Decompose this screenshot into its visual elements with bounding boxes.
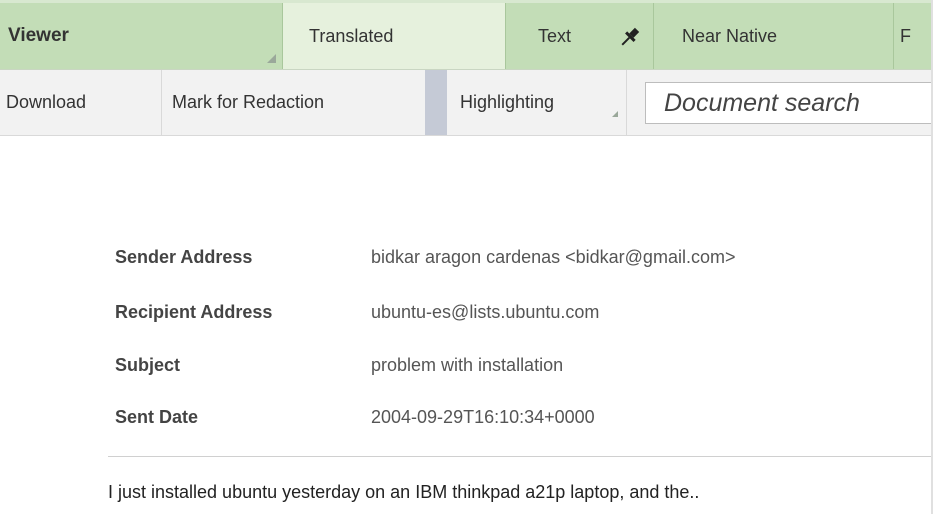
tab-translated[interactable]: Translated xyxy=(283,3,506,69)
document-search-input[interactable] xyxy=(645,82,933,124)
highlighting-label: Highlighting xyxy=(460,92,555,112)
download-button[interactable]: Download xyxy=(0,70,162,135)
pushpin-icon[interactable] xyxy=(617,24,643,50)
subject-value: problem with installation xyxy=(371,354,564,375)
recipient-label: Recipient Address xyxy=(115,301,273,322)
tab-bar: Viewer Translated Text Near Native F xyxy=(0,0,933,70)
resize-grip-icon[interactable] xyxy=(267,54,276,63)
sent-date-row: Sent Date 2004-09-29T16:10:34+0000 xyxy=(115,402,595,432)
toolbar-separator xyxy=(425,70,447,135)
sender-value: bidkar aragon cardenas <bidkar@gmail.com… xyxy=(371,246,736,267)
tab-text[interactable]: Text xyxy=(506,3,654,69)
tab-text-label: Text xyxy=(538,25,572,46)
tab-viewer[interactable]: Viewer xyxy=(0,3,283,69)
toolbar: Download Mark for Redaction Highlighting xyxy=(0,70,933,136)
sent-date-label: Sent Date xyxy=(115,406,199,427)
document-viewer: Viewer Translated Text Near Native F Dow… xyxy=(0,0,933,514)
tab-viewer-label: Viewer xyxy=(8,25,69,46)
subject-label: Subject xyxy=(115,354,181,375)
highlighting-dropdown[interactable]: Highlighting xyxy=(447,70,627,135)
content-divider xyxy=(108,456,933,457)
subject-row: Subject problem with installation xyxy=(115,350,563,380)
tab-near-native[interactable]: Near Native xyxy=(654,3,894,69)
download-button-label: Download xyxy=(6,92,87,112)
tab-overflow-label: F xyxy=(900,25,911,46)
tab-translated-label: Translated xyxy=(309,25,394,46)
document-pane: Sender Address bidkar aragon cardenas <b… xyxy=(0,136,933,514)
mark-for-redaction-button[interactable]: Mark for Redaction xyxy=(162,70,425,135)
recipient-value: ubuntu-es@lists.ubuntu.com xyxy=(371,301,600,322)
dropdown-grip-icon xyxy=(612,111,618,117)
recipient-row: Recipient Address ubuntu-es@lists.ubuntu… xyxy=(115,297,599,327)
message-body-preview: I just installed ubuntu yesterday on an … xyxy=(108,482,700,502)
tab-near-native-label: Near Native xyxy=(682,25,778,46)
sender-row: Sender Address bidkar aragon cardenas <b… xyxy=(115,242,735,272)
sent-date-value: 2004-09-29T16:10:34+0000 xyxy=(371,406,595,427)
tab-overflow[interactable]: F xyxy=(894,3,933,69)
sender-label: Sender Address xyxy=(115,246,253,267)
mark-for-redaction-label: Mark for Redaction xyxy=(172,92,325,112)
